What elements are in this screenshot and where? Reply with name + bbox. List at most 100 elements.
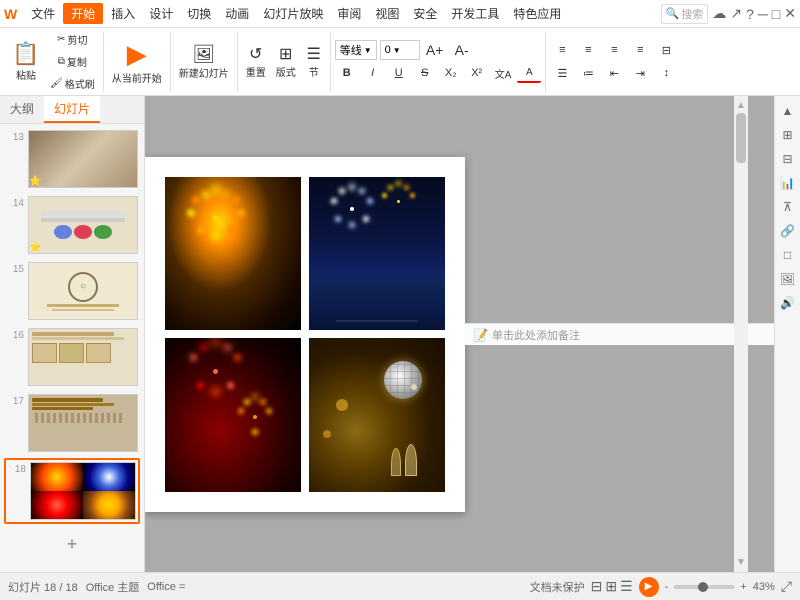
menu-file[interactable]: 文件 — [25, 3, 61, 24]
font-size-input[interactable]: 0 ▼ — [380, 40, 420, 60]
minimize-icon[interactable]: ─ — [758, 6, 768, 22]
zoom-in-button[interactable]: + — [740, 581, 746, 593]
slide-list: 13 ⭐ 14 — [0, 124, 144, 565]
menu-dev-tools[interactable]: 开发工具 — [445, 3, 505, 24]
zoom-slider[interactable] — [674, 585, 734, 589]
layout-button[interactable]: ⊞ 版式 — [272, 42, 300, 81]
text-shadow-button[interactable]: 文A — [491, 63, 516, 83]
slide-image-3[interactable] — [165, 338, 301, 492]
indent-increase-button[interactable]: ⇥ — [628, 63, 652, 83]
slide-image-1[interactable] — [165, 177, 301, 331]
list-button[interactable]: ☰ — [550, 63, 574, 83]
bold-button[interactable]: B — [335, 63, 359, 83]
scroll-thumb[interactable] — [736, 113, 746, 163]
align-row1: ≡ ≡ ≡ ≡ ⊟ — [550, 40, 678, 60]
tab-slides[interactable]: 幻灯片 — [44, 96, 100, 123]
fit-window-icon[interactable]: ⤢ — [781, 578, 792, 595]
indent-decrease-button[interactable]: ⇤ — [602, 63, 626, 83]
decrease-font-button[interactable]: A- — [450, 40, 474, 60]
main-area: 大纲 幻灯片 13 ⭐ 14 — [0, 96, 800, 572]
slide-image-2[interactable] — [309, 177, 445, 331]
copy-button[interactable]: ⧉ 复制 — [46, 52, 99, 72]
share-icon[interactable]: ↗ — [730, 5, 742, 22]
strikethrough-button[interactable]: S — [413, 63, 437, 83]
photo-tool-button[interactable]: 🖼 — [777, 268, 799, 290]
menu-design[interactable]: 设计 — [143, 3, 179, 24]
new-slide-group: 🖼 新建幻灯片 — [171, 32, 238, 92]
section-button[interactable]: ☰ 节 — [302, 42, 326, 81]
menu-insert[interactable]: 插入 — [105, 3, 141, 24]
new-slide-button[interactable]: 🖼 新建幻灯片 — [175, 42, 233, 82]
align-center-button[interactable]: ≡ — [576, 40, 600, 60]
slide-item-16[interactable]: 16 — [4, 326, 140, 388]
superscript-button[interactable]: X² — [465, 63, 489, 83]
line-spacing-button[interactable]: ↕ — [654, 63, 678, 83]
status-bar-right: 文档未保护 ⊟ ⊞ ☰ ▶ - + 43% ⤢ — [530, 577, 792, 597]
italic-button[interactable]: I — [361, 63, 385, 83]
menu-animation[interactable]: 动画 — [219, 3, 255, 24]
play-button[interactable]: ▶ — [639, 577, 659, 597]
menu-start[interactable]: 开始 — [63, 3, 103, 24]
tab-outline[interactable]: 大纲 — [0, 96, 44, 123]
outline-view-icon[interactable]: ☰ — [620, 578, 633, 595]
slideshow-group: ▶ 从当前开始 — [104, 32, 171, 92]
paste-section-row: 📋 粘贴 ✂ 剪切 ⧉ 复制 🖌 格式刷 — [8, 30, 99, 94]
maximize-icon[interactable]: □ — [772, 6, 780, 22]
number-list-button[interactable]: ≔ — [576, 63, 600, 83]
right-panel: ▲ ⊞ ⊟ 📊 ⊼ 🔗 □ 🖼 🔊 — [774, 96, 800, 572]
format-painter-button[interactable]: 🖌 格式刷 — [46, 74, 99, 94]
menu-special[interactable]: 特色应用 — [507, 3, 567, 24]
start-from-current-button[interactable]: ▶ 从当前开始 — [108, 37, 166, 87]
filter-tool-button[interactable]: ⊼ — [777, 196, 799, 218]
subscript-button[interactable]: X₂ — [439, 63, 463, 83]
align-right-button[interactable]: ≡ — [602, 40, 626, 60]
scroll-down-arrow[interactable]: ▼ — [736, 557, 746, 568]
underline-button[interactable]: U — [387, 63, 411, 83]
link-tool-button[interactable]: 🔗 — [777, 220, 799, 242]
cut-button[interactable]: ✂ 剪切 — [46, 30, 99, 50]
slide-item-17[interactable]: 17 — [4, 392, 140, 454]
slide-item-13[interactable]: 13 ⭐ — [4, 128, 140, 190]
copy-icon: ⧉ — [58, 56, 65, 67]
triangle-tool-button[interactable]: ▲ — [777, 100, 799, 122]
menu-review[interactable]: 审阅 — [331, 3, 367, 24]
cloud-icon[interactable]: ☁ — [712, 5, 726, 22]
vertical-scrollbar[interactable]: ▲ ▼ — [734, 96, 748, 572]
panel-tabs: 大纲 幻灯片 — [0, 96, 144, 124]
zoom-out-button[interactable]: - — [665, 581, 669, 593]
increase-font-button[interactable]: A+ — [423, 40, 447, 60]
align-row2: ☰ ≔ ⇤ ⇥ ↕ — [550, 63, 678, 83]
search-label[interactable]: 搜索 — [681, 6, 703, 22]
grid-view-icon[interactable]: ⊞ — [605, 578, 617, 595]
add-slide-button[interactable]: + — [4, 528, 140, 561]
menu-transition[interactable]: 切换 — [181, 3, 217, 24]
justify-button[interactable]: ≡ — [628, 40, 652, 60]
menu-security[interactable]: 安全 — [407, 3, 443, 24]
menu-slideshow[interactable]: 幻灯片放映 — [257, 3, 329, 24]
slide-item-14[interactable]: 14 ⭐ — [4, 194, 140, 256]
chart-tool-button[interactable]: 📊 — [777, 172, 799, 194]
align-left-button[interactable]: ≡ — [550, 40, 574, 60]
slide-item-18[interactable]: 18 — [4, 458, 140, 524]
font-name-dropdown[interactable]: 等线 ▼ — [335, 40, 377, 60]
font-row2: B I U S X₂ X² 文A A — [335, 63, 542, 83]
box-tool-button[interactable]: □ — [777, 244, 799, 266]
grid-tool-button[interactable]: ⊟ — [777, 148, 799, 170]
sound-tool-button[interactable]: 🔊 — [777, 292, 799, 314]
help-icon[interactable]: ? — [746, 6, 754, 22]
slide-item-15[interactable]: 15 ○ — [4, 260, 140, 322]
paste-button[interactable]: 📋 粘贴 — [8, 37, 44, 87]
close-icon[interactable]: ✕ — [784, 5, 796, 22]
footnote-icon: 📝 — [473, 328, 488, 342]
table-tool-button[interactable]: ⊞ — [777, 124, 799, 146]
footnote-placeholder[interactable]: 单击此处添加备注 — [492, 327, 580, 343]
normal-view-icon[interactable]: ⊟ — [591, 578, 603, 595]
menu-view[interactable]: 视图 — [369, 3, 405, 24]
scroll-up-arrow[interactable]: ▲ — [736, 100, 746, 111]
text-color-button[interactable]: A — [517, 63, 541, 83]
fontsize-arrow: ▼ — [393, 46, 401, 55]
column-button[interactable]: ⊟ — [654, 40, 678, 60]
slide-num-16: 16 — [6, 328, 24, 341]
slide-image-4[interactable] — [309, 338, 445, 492]
reset-button[interactable]: ↺ 重置 — [242, 42, 270, 81]
